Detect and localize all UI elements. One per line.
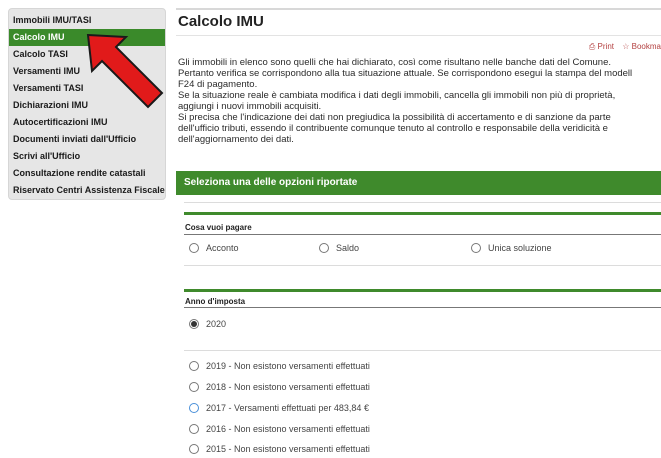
pay-group-label: Cosa vuoi pagare bbox=[185, 223, 252, 232]
sidebar-item-calcolo-tasi[interactable]: Calcolo TASI bbox=[9, 46, 165, 63]
options-section-header: Seleziona una delle opzioni riportate bbox=[176, 171, 661, 195]
sidebar: Immobili IMU/TASI Calcolo IMU Calcolo TA… bbox=[8, 8, 166, 200]
title-divider bbox=[176, 35, 661, 36]
sidebar-item-calcolo-imu[interactable]: Calcolo IMU bbox=[9, 29, 165, 46]
sidebar-item-documenti[interactable]: Documenti inviati dall'Ufficio bbox=[9, 131, 165, 148]
year-group-label: Anno d'imposta bbox=[185, 297, 246, 306]
bookmark-link[interactable]: ☆ Bookma bbox=[622, 42, 661, 51]
intro-line: Pertanto verifica se corrispondono alla … bbox=[178, 68, 633, 79]
radio-circle bbox=[189, 243, 199, 253]
green-divider bbox=[184, 212, 661, 215]
radio-circle bbox=[189, 444, 199, 454]
top-divider bbox=[176, 8, 661, 10]
intro-line: Se la situazione reale è cambiata modifi… bbox=[178, 90, 616, 101]
divider bbox=[184, 202, 661, 203]
page-tools: ⎙ Print ☆ Bookma bbox=[583, 42, 661, 52]
green-divider bbox=[184, 289, 661, 292]
page-title: Calcolo IMU bbox=[178, 13, 264, 30]
radio-circle bbox=[319, 243, 329, 253]
print-link[interactable]: ⎙ Print bbox=[589, 42, 614, 51]
radio-year-2016[interactable]: 2016 - Non esistono versamenti effettuat… bbox=[189, 424, 370, 434]
radio-circle bbox=[189, 424, 199, 434]
sidebar-item-dichiarazioni-imu[interactable]: Dichiarazioni IMU bbox=[9, 97, 165, 114]
intro-line: aggiungi i nuovi immobili acquisiti. bbox=[178, 101, 322, 112]
divider bbox=[184, 265, 661, 266]
radio-year-2018[interactable]: 2018 - Non esistono versamenti effettuat… bbox=[189, 382, 370, 392]
radio-year-2020[interactable]: 2020 bbox=[189, 319, 226, 329]
divider bbox=[184, 234, 661, 235]
radio-year-2015[interactable]: 2015 - Non esistono versamenti effettuat… bbox=[189, 444, 370, 454]
intro-line: Si precisa che l'indicazione dei dati no… bbox=[178, 112, 611, 123]
divider bbox=[184, 350, 661, 351]
intro-line: dell'aggiornamento dei dati. bbox=[178, 134, 294, 145]
intro-line: Gli immobili in elenco sono quelli che h… bbox=[178, 57, 612, 68]
radio-circle bbox=[471, 243, 481, 253]
sidebar-item-versamenti-imu[interactable]: Versamenti IMU bbox=[9, 63, 165, 80]
radio-year-2017[interactable]: 2017 - Versamenti effettuati per 483,84 … bbox=[189, 403, 369, 413]
intro-line: F24 di pagamento. bbox=[178, 79, 258, 90]
radio-year-2019[interactable]: 2019 - Non esistono versamenti effettuat… bbox=[189, 361, 370, 371]
radio-saldo[interactable]: Saldo bbox=[319, 243, 359, 253]
sidebar-item-autocertificazioni[interactable]: Autocertificazioni IMU bbox=[9, 114, 165, 131]
divider bbox=[184, 307, 661, 308]
radio-circle bbox=[189, 361, 199, 371]
radio-acconto[interactable]: Acconto bbox=[189, 243, 239, 253]
radio-unica-soluzione[interactable]: Unica soluzione bbox=[471, 243, 552, 253]
intro-text: Gli immobili in elenco sono quelli che h… bbox=[178, 57, 661, 145]
sidebar-item-rendite[interactable]: Consultazione rendite catastali bbox=[9, 165, 165, 182]
intro-line: dell'ufficio tributi, essendo il contrib… bbox=[178, 123, 608, 134]
radio-circle-selected bbox=[189, 319, 199, 329]
sidebar-item-immobili[interactable]: Immobili IMU/TASI bbox=[9, 12, 165, 29]
sidebar-item-scrivi[interactable]: Scrivi all'Ufficio bbox=[9, 148, 165, 165]
sidebar-item-versamenti-tasi[interactable]: Versamenti TASI bbox=[9, 80, 165, 97]
radio-circle bbox=[189, 382, 199, 392]
radio-circle bbox=[189, 403, 199, 413]
sidebar-item-caf[interactable]: Riservato Centri Assistenza Fiscale bbox=[9, 182, 165, 199]
